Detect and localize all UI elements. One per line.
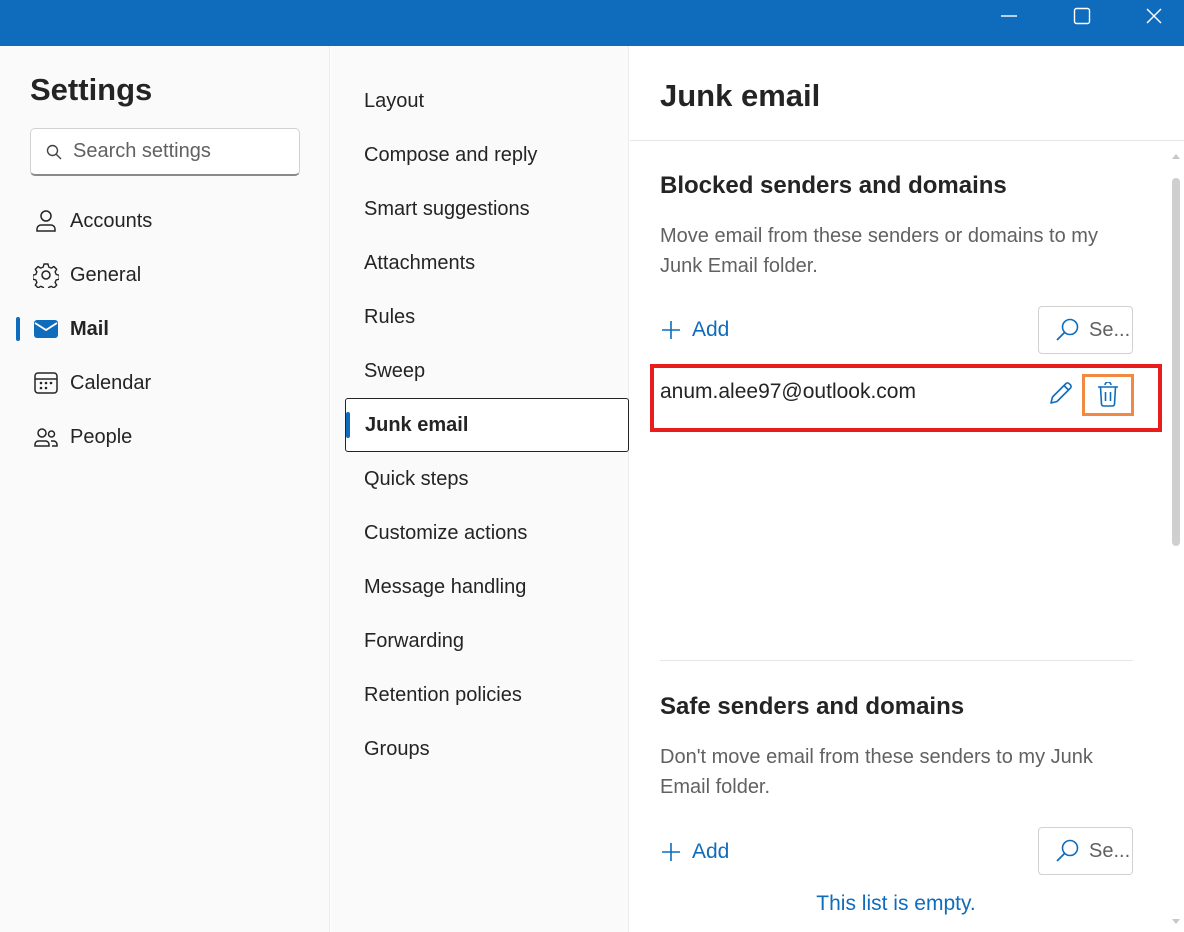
nav-item-rules[interactable]: Rules bbox=[345, 290, 629, 344]
search-settings-input[interactable] bbox=[73, 140, 273, 163]
trash-icon bbox=[1098, 382, 1118, 407]
nav-item-compose-and-reply[interactable]: Compose and reply bbox=[345, 128, 629, 182]
nav-item-label: Message handling bbox=[364, 575, 527, 598]
active-indicator bbox=[16, 317, 20, 341]
sidebar-item-general[interactable]: General bbox=[16, 251, 316, 299]
sidebar-item-accounts[interactable]: Accounts bbox=[16, 197, 316, 245]
nav-item-groups[interactable]: Groups bbox=[345, 722, 629, 776]
nav-item-label: Compose and reply bbox=[364, 143, 538, 166]
nav-item-attachments[interactable]: Attachments bbox=[345, 236, 629, 290]
nav-item-label: Forwarding bbox=[364, 629, 465, 652]
scroll-down-arrow-icon[interactable] bbox=[1170, 916, 1182, 928]
nav-item-label: Quick steps bbox=[364, 467, 469, 490]
page-title: Junk email bbox=[660, 78, 821, 113]
active-indicator bbox=[346, 412, 350, 438]
nav-item-label: Groups bbox=[364, 737, 430, 760]
maximize-icon bbox=[1073, 7, 1091, 25]
nav-item-message-handling[interactable]: Message handling bbox=[345, 560, 629, 614]
divider bbox=[630, 140, 1184, 141]
add-label: Add bbox=[692, 840, 730, 863]
nav-item-quick-steps[interactable]: Quick steps bbox=[345, 452, 629, 506]
scrollbar-thumb[interactable] bbox=[1172, 178, 1180, 546]
nav-item-label: Smart suggestions bbox=[364, 197, 530, 220]
calendar-icon bbox=[32, 369, 60, 397]
nav-item-label: Attachments bbox=[364, 251, 476, 274]
search-icon bbox=[46, 144, 62, 159]
nav-item-label: Layout bbox=[364, 89, 425, 112]
nav-item-label: Sweep bbox=[364, 359, 426, 382]
nav-item-label: Junk email bbox=[365, 413, 469, 436]
divider bbox=[660, 660, 1133, 661]
mail-icon bbox=[32, 315, 60, 343]
close-icon bbox=[1146, 8, 1162, 24]
edit-sender-button[interactable] bbox=[1046, 378, 1076, 408]
people-icon bbox=[32, 423, 60, 451]
search-label: Se... bbox=[1089, 318, 1131, 341]
maximize-button[interactable] bbox=[1059, 0, 1105, 32]
plus-icon bbox=[662, 321, 680, 339]
nav-item-label: Retention policies bbox=[364, 683, 522, 706]
sidebar-item-label: Accounts bbox=[70, 209, 153, 232]
nav-item-label: Customize actions bbox=[364, 521, 528, 544]
nav-item-junk-email[interactable]: Junk email bbox=[345, 398, 629, 452]
nav-item-forwarding[interactable]: Forwarding bbox=[345, 614, 629, 668]
nav-item-customize-actions[interactable]: Customize actions bbox=[345, 506, 629, 560]
junk-email-pane: Junk email Blocked senders and domains M… bbox=[630, 46, 1184, 932]
scroll-up-arrow-icon[interactable] bbox=[1170, 150, 1182, 162]
sidebar-item-mail[interactable]: Mail bbox=[16, 305, 316, 353]
person-icon bbox=[32, 207, 60, 235]
close-button[interactable] bbox=[1131, 0, 1177, 32]
settings-sidebar: Settings Accounts General Mail Calendar … bbox=[0, 46, 330, 932]
blocked-senders-description: Move email from these senders or domains… bbox=[660, 225, 1098, 277]
add-blocked-sender-button[interactable]: Add bbox=[660, 313, 729, 347]
delete-sender-button[interactable] bbox=[1082, 374, 1134, 416]
nav-item-label: Rules bbox=[364, 305, 416, 328]
sidebar-item-people[interactable]: People bbox=[16, 413, 316, 461]
sidebar-item-label: General bbox=[70, 263, 142, 286]
minimize-icon bbox=[1001, 15, 1017, 17]
sidebar-item-label: Mail bbox=[70, 317, 109, 340]
blocked-search-button[interactable]: Se... bbox=[1038, 306, 1133, 354]
safe-list-empty-text: This list is empty. bbox=[816, 892, 976, 915]
search-label: Se... bbox=[1089, 839, 1131, 862]
blocked-senders-title: Blocked senders and domains bbox=[660, 172, 1007, 199]
gear-icon bbox=[32, 261, 60, 289]
pencil-icon bbox=[1050, 382, 1072, 404]
sidebar-item-label: Calendar bbox=[70, 371, 152, 394]
minimize-button[interactable] bbox=[986, 0, 1032, 32]
add-safe-sender-button[interactable]: Add bbox=[660, 835, 729, 869]
nav-item-smart-suggestions[interactable]: Smart suggestions bbox=[345, 182, 629, 236]
nav-item-retention-policies[interactable]: Retention policies bbox=[345, 668, 629, 722]
plus-icon bbox=[662, 843, 680, 861]
blocked-sender-email: anum.alee97@outlook.com bbox=[660, 380, 916, 403]
nav-item-sweep[interactable]: Sweep bbox=[345, 344, 629, 398]
add-label: Add bbox=[692, 318, 730, 341]
sidebar-item-label: People bbox=[70, 425, 133, 448]
safe-senders-description: Don't move email from these senders to m… bbox=[660, 746, 1093, 798]
search-icon bbox=[1056, 839, 1079, 862]
sidebar-item-calendar[interactable]: Calendar bbox=[16, 359, 316, 407]
nav-item-layout[interactable]: Layout bbox=[345, 74, 629, 128]
safe-search-button[interactable]: Se... bbox=[1038, 827, 1133, 875]
mail-settings-nav: Layout Compose and reply Smart suggestio… bbox=[331, 46, 629, 932]
safe-senders-title: Safe senders and domains bbox=[660, 693, 965, 720]
search-icon bbox=[1056, 318, 1079, 341]
blocked-sender-row: anum.alee97@outlook.com bbox=[650, 364, 1162, 432]
title-bar bbox=[0, 0, 1184, 46]
search-settings-box[interactable] bbox=[30, 128, 300, 176]
settings-title: Settings bbox=[30, 72, 153, 107]
